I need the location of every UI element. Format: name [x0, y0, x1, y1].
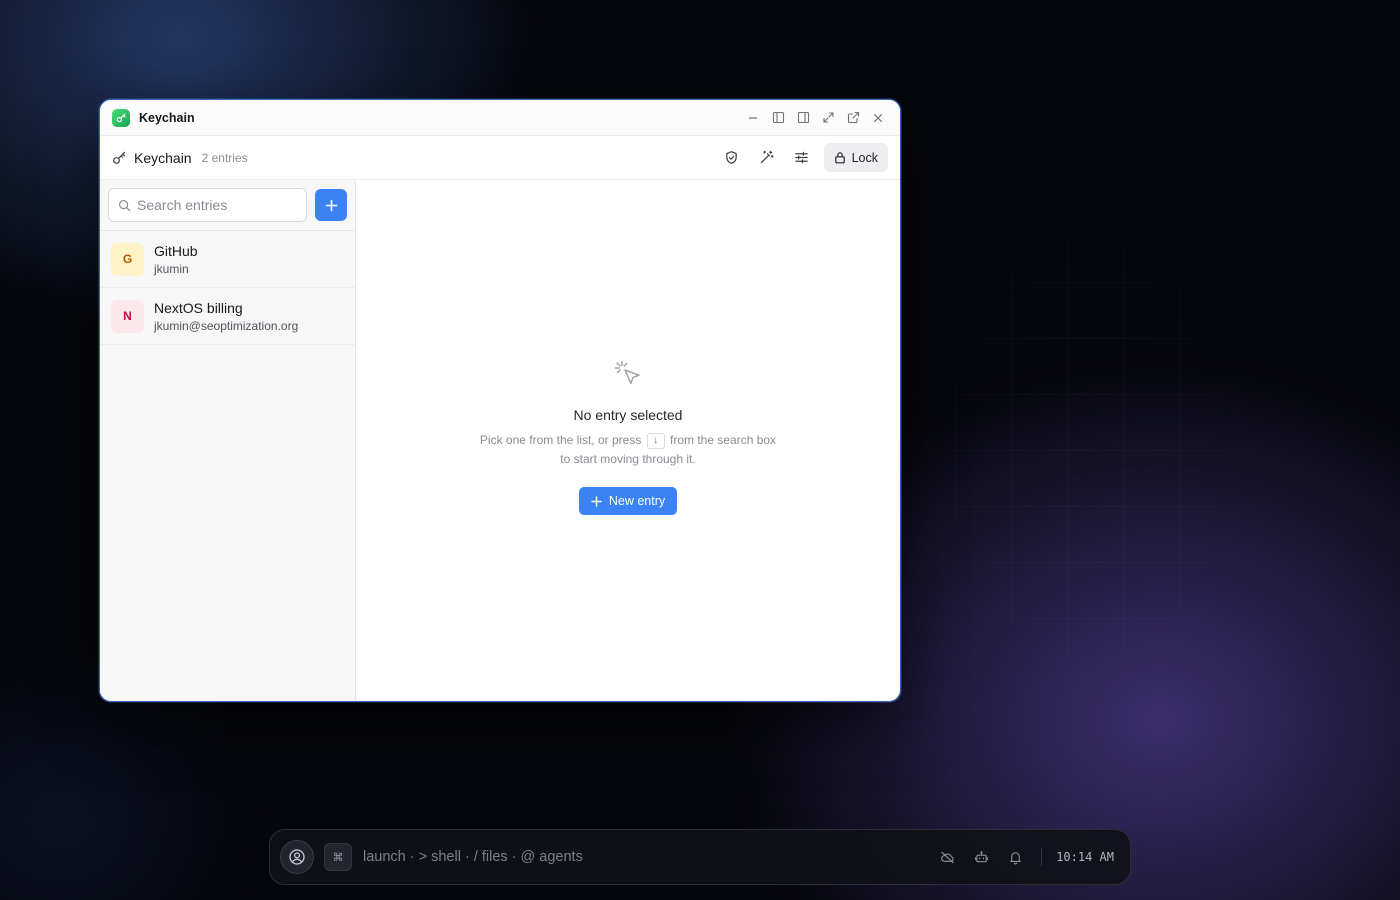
search-icon: [118, 199, 131, 212]
lock-button[interactable]: Lock: [823, 143, 888, 172]
pointer-click-icon: [612, 358, 644, 395]
keychain-window: Keychain Keychain 2 entries Lock Search …: [99, 99, 901, 702]
key-icon: [112, 150, 127, 165]
shield-icon[interactable]: [717, 144, 746, 172]
sidebar-right-icon[interactable]: [793, 108, 813, 128]
entry-name: GitHub: [154, 242, 198, 259]
empty-desc-line2: to start moving through it.: [560, 452, 696, 466]
entry-username: jkumin@seoptimization.org: [154, 318, 299, 333]
window-controls: [743, 108, 888, 128]
minimize-icon[interactable]: [743, 108, 763, 128]
clock: 10:14 AM: [1056, 850, 1114, 864]
empty-desc-part1: Pick one from the list, or press: [479, 433, 642, 447]
pop-out-icon[interactable]: [843, 108, 863, 128]
dock-status-area: 10:14 AM: [937, 847, 1120, 867]
search-box: [108, 188, 307, 222]
add-entry-button[interactable]: [315, 189, 347, 221]
maximize-icon[interactable]: [818, 108, 838, 128]
lock-label: Lock: [851, 150, 878, 165]
command-dock: ⌘ launch · > shell · / files · @ agents …: [269, 829, 1131, 885]
content: G GitHub jkumin N NextOS billing jkumin@…: [100, 180, 900, 701]
background-grid: [900, 170, 1280, 730]
keychain-app-icon: [112, 108, 130, 127]
bell-icon[interactable]: [1005, 847, 1025, 867]
lock-icon: [834, 151, 846, 164]
new-entry-label: New entry: [608, 494, 666, 508]
empty-desc-part2: from the search box: [670, 433, 777, 447]
toolbar-title: Keychain: [134, 149, 192, 166]
plus-icon: [591, 495, 602, 507]
entry-username: jkumin: [154, 261, 189, 276]
robot-icon[interactable]: [971, 847, 991, 867]
sliders-icon[interactable]: [787, 144, 816, 172]
window-title: Keychain: [139, 110, 195, 125]
entries-sidebar: G GitHub jkumin N NextOS billing jkumin@…: [100, 180, 356, 701]
search-input[interactable]: [137, 197, 297, 213]
magic-wand-icon[interactable]: [752, 144, 781, 172]
dock-separator: [1041, 848, 1043, 866]
entry-avatar: N: [111, 299, 144, 333]
toolbar-actions: Lock: [717, 143, 888, 172]
list-item[interactable]: N NextOS billing jkumin@seoptimization.o…: [100, 288, 355, 345]
search-row: [100, 180, 355, 231]
plus-icon: [325, 199, 338, 212]
list-item[interactable]: G GitHub jkumin: [100, 231, 355, 288]
entry-count: 2 entries: [201, 150, 248, 165]
arrow-down-key: ↓: [646, 432, 665, 449]
empty-state-title: No entry selected: [573, 407, 683, 423]
toolbar: Keychain 2 entries Lock: [100, 136, 900, 180]
entry-text: NextOS billing jkumin@seoptimization.org: [154, 300, 298, 333]
entry-name: NextOS billing: [154, 299, 243, 316]
command-prompt[interactable]: launch · > shell · / files · @ agents: [363, 849, 583, 865]
titlebar: Keychain: [100, 100, 900, 136]
command-key-button[interactable]: ⌘: [324, 843, 352, 871]
entry-detail-pane: No entry selected Pick one from the list…: [356, 180, 900, 701]
entry-text: GitHub jkumin: [154, 243, 198, 276]
cloud-off-icon[interactable]: [937, 847, 957, 867]
empty-state-description: Pick one from the list, or press ↓ from …: [480, 431, 776, 469]
sidebar-left-icon[interactable]: [768, 108, 788, 128]
entry-avatar: G: [111, 242, 144, 276]
close-icon[interactable]: [868, 108, 888, 128]
new-entry-button[interactable]: New entry: [578, 487, 678, 515]
user-avatar-icon[interactable]: [280, 840, 314, 874]
